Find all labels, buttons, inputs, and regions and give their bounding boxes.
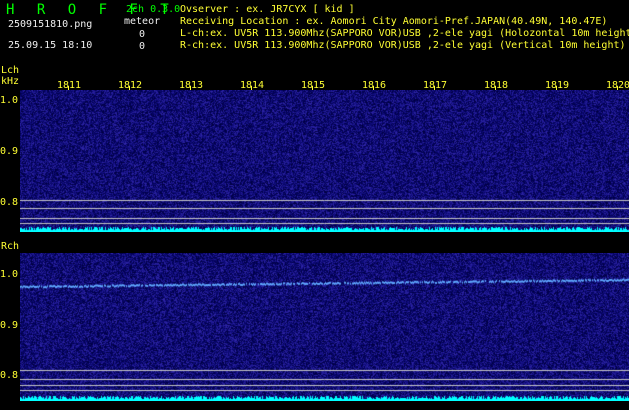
rch-spectrogram: [20, 253, 629, 401]
lch-ytick-1: 1.0: [0, 95, 19, 106]
rch-ytick-3: 0.8: [0, 370, 19, 381]
filename-label: 2509151810.png: [8, 19, 93, 30]
mode-label: 2ch 0.3.0: [126, 4, 181, 15]
lch-label: Lch: [1, 65, 20, 76]
datetime-label: 25.09.15 18:10: [8, 40, 93, 51]
location-line: Receiving Location : ex. Aomori City Aom…: [180, 16, 608, 27]
lch-waterfall: [20, 90, 629, 232]
lch-ytick-3: 0.8: [0, 197, 19, 208]
meteor-count-l: 0: [139, 29, 146, 40]
meteor-label: meteor: [124, 16, 161, 27]
khz-label: kHz: [1, 76, 20, 87]
rch-info-line: R-ch:ex. UV5R 113.900Mhz(SAPPORO VOR)USB…: [180, 40, 626, 51]
lch-spectrogram: [20, 90, 629, 232]
lch-ytick-2: 0.9: [0, 146, 19, 157]
rch-ytick-1: 1.0: [0, 269, 19, 280]
rch-ytick-2: 0.9: [0, 320, 19, 331]
rch-waterfall: [20, 253, 629, 401]
lch-info-line: L-ch:ex. UV5R 113.900Mhz(SAPPORO VOR)USB…: [180, 28, 629, 39]
meteor-count-r: 0: [139, 41, 146, 52]
rch-label: Rch: [1, 241, 20, 252]
observer-line: Ovserver : ex. JR7CYX [ kid ]: [180, 4, 355, 15]
